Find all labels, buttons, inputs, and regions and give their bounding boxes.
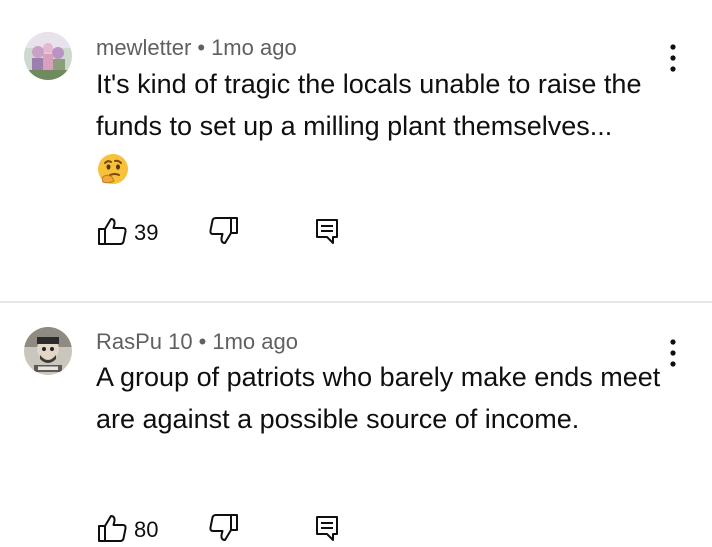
reply-button[interactable] [314,216,340,250]
dislike-button[interactable] [208,216,240,250]
like-button[interactable]: 39 [96,216,158,250]
more-vertical-icon[interactable] [664,337,682,371]
thumbs-down-icon [208,215,240,252]
thumbs-up-icon [96,512,128,547]
thumbs-down-icon [208,512,240,547]
comment-divider [0,301,712,303]
thumbs-up-icon [96,215,128,252]
comment-actions: 80 [96,513,396,547]
reply-button[interactable] [314,513,340,547]
comment-actions: 39 [96,216,396,250]
like-count: 39 [134,220,159,245]
comment-text: It's kind of tragic the locals unable to… [96,69,642,141]
comments-list: mewletter • 1mo ago It's kind of tragic th… [0,0,712,547]
author-name[interactable]: mewletter [96,35,191,60]
reply-comment-icon [314,215,340,252]
comment-thread: RasPu 10 • 1mo ago A group of patriots who… [0,304,712,547]
reply-comment-icon [314,512,340,547]
comment-meta: RasPu 10 • 1mo ago [96,329,298,355]
thinking-face-emoji-icon [96,152,130,186]
avatar[interactable] [24,327,72,375]
like-button[interactable]: 80 [96,513,158,547]
comment-thread: mewletter • 1mo ago It's kind of tragic th… [0,0,712,302]
avatar[interactable] [24,32,72,80]
comment-time: 1mo ago [212,329,298,354]
meta-separator: • [198,329,207,354]
more-vertical-icon[interactable] [664,42,682,76]
comment-text: A group of patriots who barely make ends… [96,362,661,434]
dislike-button[interactable] [208,513,240,547]
comment-time: 1mo ago [211,35,297,60]
meta-separator: • [197,35,206,60]
author-name[interactable]: RasPu 10 [96,329,193,354]
like-count: 80 [134,517,159,542]
comment-meta: mewletter • 1mo ago [96,35,297,61]
